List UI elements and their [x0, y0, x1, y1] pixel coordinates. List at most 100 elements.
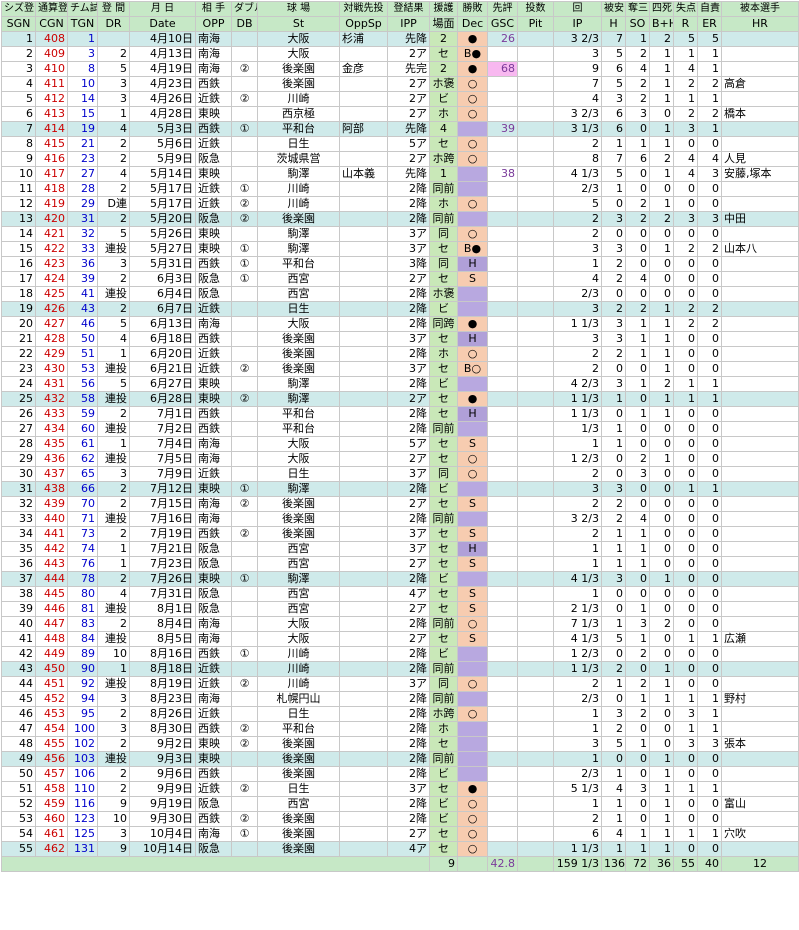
cell-opp-sp — [339, 211, 388, 227]
cell-tgn: 58 — [67, 391, 98, 407]
cell-pitches — [517, 691, 554, 707]
cell-dr: 2 — [97, 301, 130, 317]
cell-db: ② — [231, 196, 258, 212]
cell-opp-sp: 阿部 — [339, 121, 388, 137]
cell-situation: セ — [429, 601, 458, 617]
cell-strikeouts: 0 — [625, 586, 650, 602]
cell-hr-batter: 高倉 — [721, 76, 799, 92]
cell-pitches — [517, 496, 554, 512]
cell-cgn: 410 — [35, 61, 68, 77]
cell-situation: ホ — [429, 721, 458, 737]
cell-dr: 3 — [97, 76, 130, 92]
cell-earned-runs: 1 — [697, 706, 722, 722]
cell-hr-batter — [721, 541, 799, 557]
cell-stadium: 西宮 — [257, 271, 340, 287]
cell-runs: 2 — [673, 316, 698, 332]
cell-hr-batter — [721, 556, 799, 572]
cell-opp: 南海 — [195, 316, 232, 332]
cell-tgn: 76 — [67, 556, 98, 572]
cell-opp: 阪急 — [195, 286, 232, 302]
cell-date: 8月5日 — [129, 631, 196, 647]
cell-cgn: 446 — [35, 601, 68, 617]
cell-hits: 7 — [601, 31, 626, 47]
cell-date: 7月16日 — [129, 511, 196, 527]
cell-ip: 2/3 — [553, 286, 602, 302]
cell-strikeouts: 0 — [625, 286, 650, 302]
table-row: 49 456 103 連投 9月3日 東映 後楽園 2降 同前 1 0 0 1 0 0 — [1, 751, 799, 767]
cell-hits: 1 — [601, 436, 626, 452]
cell-stadium: 札幌円山 — [257, 691, 340, 707]
cell-earned-runs: 1 — [697, 481, 722, 497]
cell-db — [231, 346, 258, 362]
cell-earned-runs: 0 — [697, 361, 722, 377]
cell-decision — [457, 481, 488, 497]
cell-pitches — [517, 451, 554, 467]
cell-tgn: 89 — [67, 646, 98, 662]
cell-cgn: 412 — [35, 91, 68, 107]
cell-earned-runs: 1 — [697, 376, 722, 392]
cell-db — [231, 556, 258, 572]
cell-earned-runs: 0 — [697, 511, 722, 527]
cell-gsc — [487, 151, 518, 167]
cell-gsc — [487, 451, 518, 467]
cell-hr-batter: 野村 — [721, 691, 799, 707]
totals-er: 40 — [697, 856, 722, 872]
cell-pitches — [517, 286, 554, 302]
cell-opp-sp — [339, 346, 388, 362]
cell-gsc — [487, 811, 518, 827]
table-row: 27 434 60 連投 7月2日 西鉄 平和台 2降 同前 1/3 1 0 0 0 0 — [1, 421, 799, 437]
cell-cgn: 445 — [35, 586, 68, 602]
cell-sgn: 44 — [1, 676, 36, 692]
cell-ip: 2 — [553, 676, 602, 692]
cell-tgn: 131 — [67, 841, 98, 857]
cell-hits: 3 — [601, 91, 626, 107]
cell-stadium: 平和台 — [257, 421, 340, 437]
cell-opp-sp — [339, 151, 388, 167]
cell-hits: 1 — [601, 676, 626, 692]
cell-db — [231, 766, 258, 782]
cell-dr: D連 — [97, 196, 130, 212]
cell-opp-sp — [339, 661, 388, 677]
cell-gsc — [487, 706, 518, 722]
cell-pitches — [517, 616, 554, 632]
cell-runs: 1 — [673, 391, 698, 407]
cell-ip: 4 2/3 — [553, 376, 602, 392]
cell-date: 5月17日 — [129, 181, 196, 197]
cell-dr: 2 — [97, 211, 130, 227]
cell-runs: 0 — [673, 496, 698, 512]
cell-runs: 0 — [673, 616, 698, 632]
cell-cgn: 415 — [35, 136, 68, 152]
cell-tgn: 60 — [67, 421, 98, 437]
header-jp-cell: 球 場 — [257, 1, 340, 17]
cell-pitches — [517, 181, 554, 197]
cell-sgn: 26 — [1, 406, 36, 422]
cell-ipp: 2降 — [387, 196, 430, 212]
cell-stadium: 西宮 — [257, 601, 340, 617]
cell-dr: 1 — [97, 541, 130, 557]
table-row: 2 409 3 2 4月13日 南海 大阪 2アセ B● 3 5 2 1 1 1 — [1, 46, 799, 62]
cell-walks: 2 — [649, 616, 674, 632]
cell-db: ① — [231, 121, 258, 137]
cell-walks: 1 — [649, 406, 674, 422]
cell-dr: 9 — [97, 841, 130, 857]
cell-strikeouts: 0 — [625, 796, 650, 812]
cell-pitches — [517, 196, 554, 212]
cell-opp: 西鉄 — [195, 646, 232, 662]
table-row: 47 454 100 3 8月30日 西鉄 ② 平和台 2降ホ 1 2 0 0 1 1 — [1, 721, 799, 737]
cell-strikeouts: 1 — [625, 556, 650, 572]
cell-ip: 8 — [553, 151, 602, 167]
cell-opp-sp — [339, 421, 388, 437]
cell-walks: 1 — [649, 811, 674, 827]
cell-db — [231, 616, 258, 632]
cell-runs: 0 — [673, 421, 698, 437]
cell-ipp: 2降 — [387, 286, 430, 302]
cell-runs: 0 — [673, 346, 698, 362]
cell-runs: 3 — [673, 736, 698, 752]
cell-pitches — [517, 166, 554, 182]
cell-sgn: 39 — [1, 601, 36, 617]
header-jp-cell: ダブル — [231, 1, 258, 17]
cell-decision: S — [457, 526, 488, 542]
cell-strikeouts: 0 — [625, 496, 650, 512]
cell-opp: 西鉄 — [195, 811, 232, 827]
cell-walks: 0 — [649, 256, 674, 272]
